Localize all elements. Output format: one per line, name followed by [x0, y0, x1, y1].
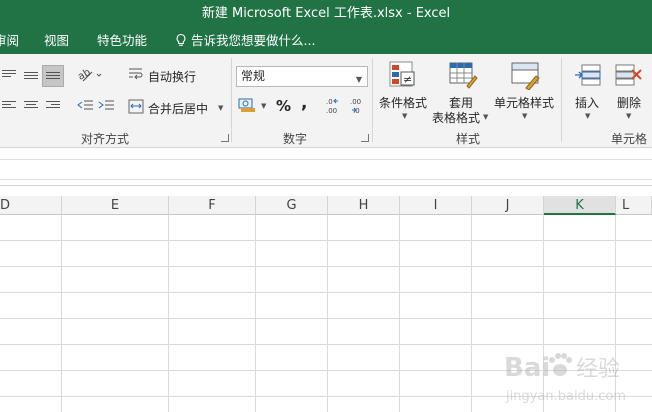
watermark-brand: Bai — [504, 353, 550, 383]
accounting-format-icon[interactable] — [238, 96, 258, 114]
align-bottom-icon — [46, 72, 60, 84]
alignment-group-label: 对齐方式 — [81, 132, 130, 146]
cell-styles-icon — [511, 62, 540, 90]
align-top-icon[interactable] — [2, 70, 16, 82]
wrap-text-button[interactable]: 自动换行 — [148, 68, 196, 85]
group-separator — [231, 58, 232, 142]
number-format-value: 常规 — [241, 69, 266, 83]
column-header-e[interactable]: E — [62, 196, 169, 215]
svg-text:.0: .0 — [326, 98, 333, 106]
formula-bar[interactable] — [0, 159, 652, 180]
column-header-h[interactable]: H — [328, 196, 400, 215]
number-group-label: 数字 — [283, 132, 308, 146]
tab-view[interactable]: 视图 — [44, 27, 69, 54]
grid-line — [168, 215, 169, 412]
accounting-dropdown-arrow-icon[interactable]: ▼ — [261, 102, 266, 110]
merge-center-button[interactable]: 合并后居中 — [148, 100, 208, 117]
decrease-indent-icon[interactable] — [76, 99, 94, 113]
baidu-jingyan-watermark: Bai 经验 jingyan.baidu.com — [504, 353, 626, 404]
grid-line — [327, 215, 328, 412]
cell-styles-arrow-icon[interactable]: ▼ — [522, 112, 527, 120]
grid-line — [471, 215, 472, 412]
styles-group-label: 样式 — [456, 132, 481, 146]
align-middle-icon[interactable] — [24, 72, 38, 84]
increase-decimal-icon[interactable]: .0.00 — [325, 97, 343, 115]
conditional-format-arrow-icon[interactable]: ▼ — [402, 112, 407, 120]
delete-arrow-icon[interactable]: ▼ — [626, 112, 631, 120]
merge-center-icon — [128, 99, 144, 114]
title-bar: 新建 Microsoft Excel 工作表.xlsx - Excel — [0, 0, 652, 27]
grid-line — [255, 215, 256, 412]
format-as-table-label-2[interactable]: 表格格式 — [432, 109, 480, 126]
align-bottom-button[interactable] — [42, 65, 64, 87]
number-dialog-launcher-icon[interactable] — [361, 134, 369, 142]
chevron-down-icon: ▼ — [355, 75, 362, 84]
svg-text:ab: ab — [77, 67, 92, 83]
insert-arrow-icon[interactable]: ▼ — [585, 112, 590, 120]
increase-indent-icon[interactable] — [97, 99, 115, 113]
column-header-g[interactable]: G — [256, 196, 328, 215]
grid-line — [0, 292, 652, 293]
wrap-text-icon — [129, 68, 143, 80]
tab-review[interactable]: 审阅 — [0, 27, 19, 54]
decrease-decimal-icon[interactable]: .00.0 — [349, 97, 367, 115]
conditional-format-icon: ≠ — [389, 61, 415, 87]
tab-special-features[interactable]: 特色功能 — [97, 27, 147, 54]
column-header-f[interactable]: F — [169, 196, 256, 215]
column-header-d[interactable]: D — [0, 196, 62, 215]
svg-text:≠: ≠ — [403, 73, 412, 86]
tell-me-search[interactable]: 告诉我您想要做什么... — [174, 27, 315, 54]
watermark-url: jingyan.baidu.com — [505, 389, 626, 404]
column-header-k[interactable]: K — [544, 196, 616, 215]
merge-dropdown-arrow-icon[interactable]: ▼ — [218, 104, 223, 112]
insert-button[interactable]: 插入 — [575, 94, 599, 111]
grid-line — [0, 318, 652, 319]
alignment-dialog-launcher-icon[interactable] — [221, 134, 229, 142]
svg-text:.00: .00 — [350, 98, 361, 106]
delete-button[interactable]: 删除 — [617, 94, 641, 111]
formula-bar-area — [0, 149, 652, 186]
column-header-l[interactable]: L — [616, 196, 652, 215]
conditional-format-button[interactable]: 条件格式 — [379, 94, 427, 111]
cell-styles-button[interactable]: 单元格样式 — [494, 94, 554, 111]
align-center-icon[interactable] — [24, 101, 38, 113]
format-as-table-arrow-icon[interactable]: ▼ — [483, 113, 488, 121]
group-separator — [561, 58, 562, 142]
format-as-table-icon — [449, 62, 478, 89]
delete-cells-icon — [615, 64, 642, 86]
insert-cells-icon — [575, 64, 601, 86]
lightbulb-icon — [176, 33, 186, 46]
column-header-j[interactable]: J — [472, 196, 544, 215]
ribbon-tab-bar: 审阅 视图 特色功能 告诉我您想要做什么... — [0, 27, 652, 54]
grid-line — [0, 240, 652, 241]
column-headers: D E F G H I J K L — [0, 196, 652, 215]
svg-text:.00: .00 — [326, 107, 337, 115]
number-format-dropdown[interactable]: 常规 ▼ — [236, 66, 368, 87]
grid-line — [0, 266, 652, 267]
percent-style-button[interactable]: % — [276, 97, 291, 115]
align-right-icon[interactable] — [46, 101, 60, 113]
paw-icon — [549, 353, 572, 376]
grid-line — [0, 344, 652, 345]
watermark-brand-cn: 经验 — [576, 357, 620, 382]
group-separator — [372, 58, 373, 142]
window-title: 新建 Microsoft Excel 工作表.xlsx - Excel — [201, 6, 451, 21]
grid-line — [399, 215, 400, 412]
comma-style-button[interactable]: , — [301, 93, 307, 113]
grid-line — [61, 215, 62, 412]
tell-me-text: 告诉我您想要做什么... — [191, 33, 316, 48]
cells-group-label: 单元格 — [611, 132, 648, 146]
column-header-i[interactable]: I — [400, 196, 472, 215]
align-left-icon[interactable] — [2, 101, 16, 113]
orientation-icon[interactable]: ab — [77, 66, 103, 84]
